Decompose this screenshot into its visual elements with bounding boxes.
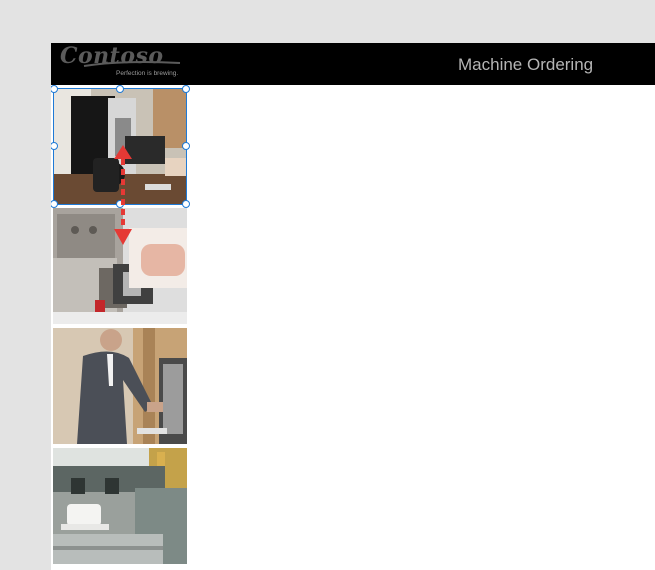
app-header: Contoso Perfection is brewing. Machine O… [51,43,655,85]
coffee-machine-image-3[interactable] [53,328,187,444]
reorder-arrows-icon [114,145,132,245]
logo-tagline: Perfection is brewing. [116,70,179,77]
coffee-machine-photo-4 [53,448,187,564]
logo-swoosh-icon [83,61,181,67]
contoso-logo: Contoso Perfection is brewing. [60,43,185,83]
page-title: Machine Ordering [458,55,594,74]
coffee-machine-photo-3 [53,328,187,444]
coffee-machine-image-4[interactable] [53,448,187,564]
app-screen: Contoso Perfection is brewing. Machine O… [51,43,655,570]
